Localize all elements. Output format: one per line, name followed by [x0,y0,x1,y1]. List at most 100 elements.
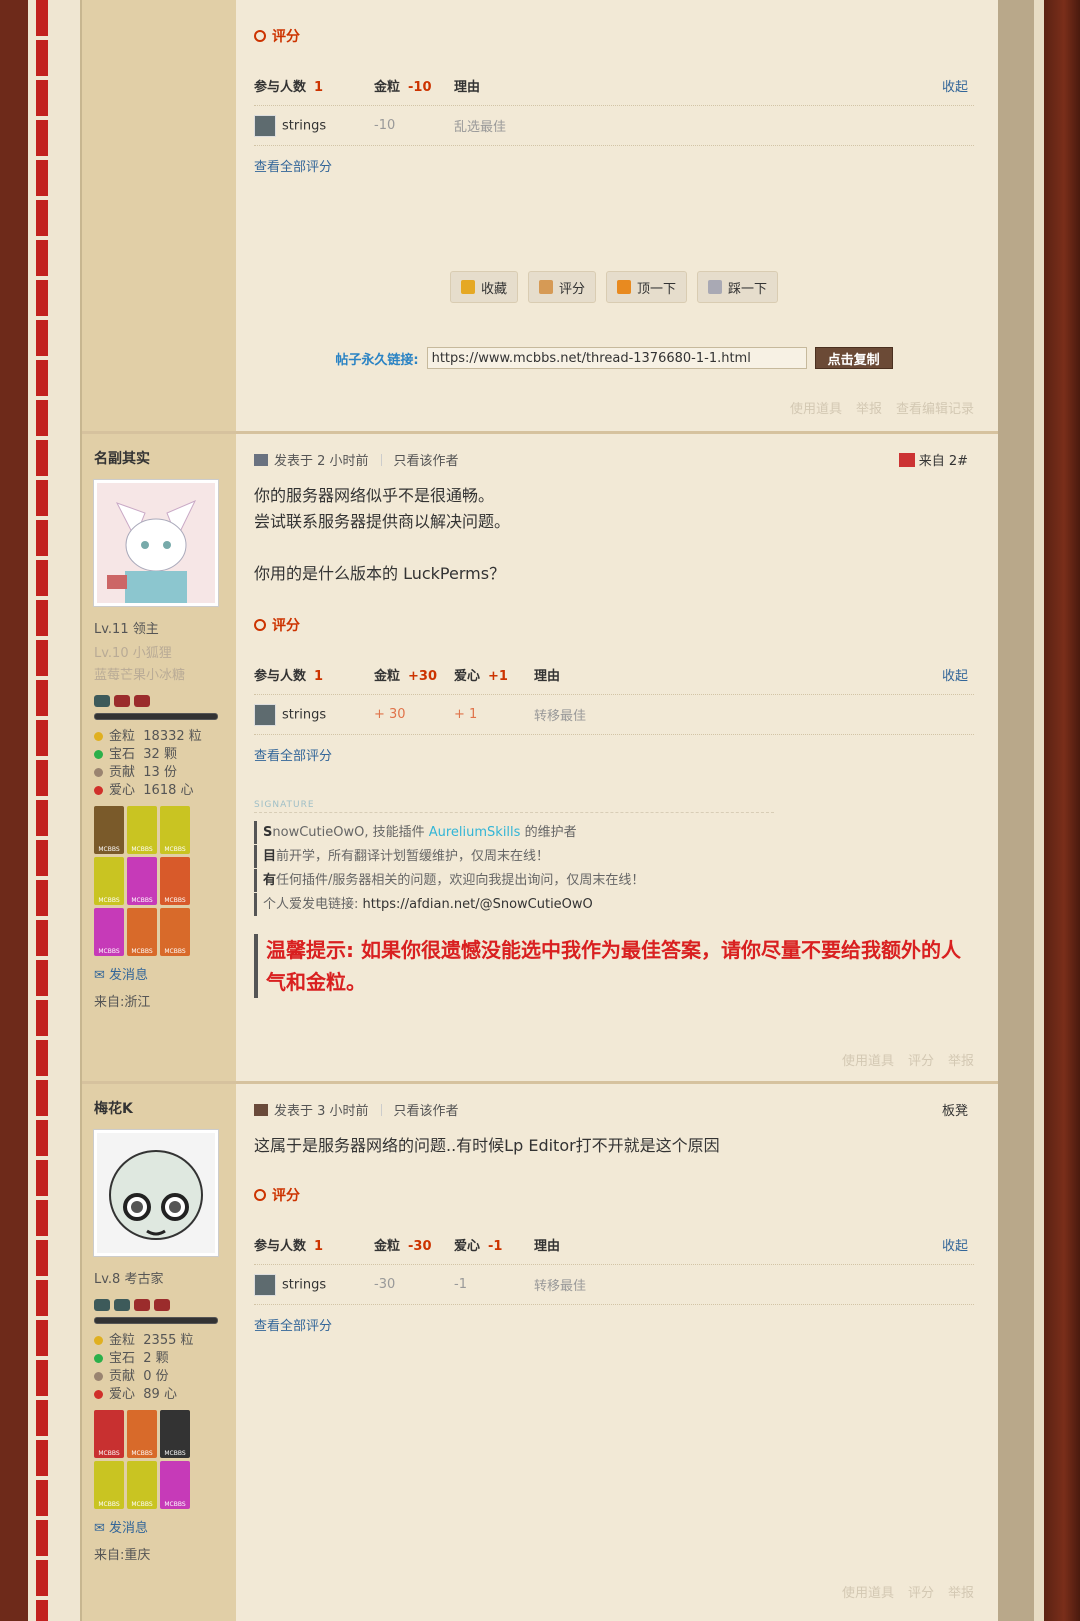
user-level: Lv.11 领主 [94,622,159,637]
post-meta: 发表于 2 小时前 只看该作者 来自 2# [254,450,974,469]
rate-user-link[interactable]: strings [282,118,326,133]
green-apple-medal-icon[interactable] [127,857,157,905]
stat-gem: 宝石 2 颗 [94,1350,224,1368]
view-all-ratings-link[interactable]: 查看全部评分 [254,745,974,764]
medal-grid [94,806,224,956]
online-status-icon [254,453,268,466]
plant-medal-icon[interactable] [127,908,157,956]
pickaxe-medal-icon[interactable] [160,806,190,854]
report-link[interactable]: 举报 [948,1582,974,1601]
post-3: 梅花K Lv.8 考古家 金粒 2355 粒 宝石 2 颗 贡献 0 份 爱心 … [82,1084,998,1621]
apple-icon [94,1390,103,1399]
gold-apple-medal-icon[interactable] [94,908,124,956]
brick-pattern [36,0,48,1621]
stat-gem: 宝石 32 颗 [94,746,224,764]
collapse-link[interactable]: 收起 [942,665,968,684]
avatar[interactable] [94,1130,218,1256]
pickaxe-medal-icon[interactable] [127,1461,157,1509]
author-only-link[interactable]: 只看该作者 [394,1100,459,1119]
floor-number[interactable]: 板凳 [942,1100,968,1119]
user-sub-levels: Lv.10 小狐狸 蓝莓芒果小冰糖 [94,646,186,683]
rate-row: strings + 30 + 1 转移最佳 [254,695,974,735]
avatar-art [97,483,215,603]
view-all-ratings-link[interactable]: 查看全部评分 [254,1315,974,1334]
copy-button[interactable]: 点击复制 [814,347,893,369]
post-2: 名副其实 Lv.11 领主 Lv.10 小狐狸 蓝莓芒果小冰糖 金粒 18332… [82,434,998,1084]
collapse-link[interactable]: 收起 [942,76,968,95]
user-avatar-icon[interactable] [254,703,276,726]
contribution-icon [94,1372,103,1381]
floor-number[interactable]: 来自 2# [898,450,968,469]
post-meta: 发表于 3 小时前 只看该作者 板凳 [254,1100,974,1119]
report-link[interactable]: 举报 [856,398,882,417]
user-avatar-icon[interactable] [254,114,276,137]
post-2-content: 发表于 2 小时前 只看该作者 来自 2# 你的服务器网络似乎不是很通畅。 尝试… [236,434,998,1081]
author-name[interactable]: 梅花K [94,1098,224,1118]
thread-main: 评分 参与人数 1 金粒 -10 理由 收起 strings -10 乱选最佳 查看… [82,0,998,1621]
user-location: 来自:重庆 [94,1548,151,1563]
rate-title: 评分 [254,615,974,635]
green-apple-medal-icon[interactable] [160,1461,190,1509]
rate-row: strings -30 -1 转移最佳 [254,1265,974,1305]
arrow-down-icon [708,280,723,294]
report-link[interactable]: 举报 [948,1050,974,1069]
rate-link[interactable]: 评分 [908,1050,934,1069]
stat-love: 爱心 89 心 [94,1386,224,1404]
signature-line: 目前开学，所有翻译计划暂缓维护，仅周末在线！ [254,845,974,868]
mobile-source-icon [898,452,915,467]
thumb-icon [538,280,553,294]
avatar[interactable] [94,480,218,606]
permalink-input[interactable] [426,347,807,369]
rate-link[interactable]: 评分 [908,1582,934,1601]
ore-medal-icon[interactable] [160,1410,190,1458]
signature-line: SnowCutieOwO, 技能插件 AureliumSkills 的维护者 [254,821,974,844]
contribution-icon [94,768,103,777]
post-2-sidebar: 名副其实 Lv.11 领主 Lv.10 小狐狸 蓝莓芒果小冰糖 金粒 18332… [82,434,236,1081]
group-icon [114,1299,130,1311]
character-medal-icon[interactable] [160,908,190,956]
collapse-link[interactable]: 收起 [942,1235,968,1254]
gold-nugget-icon [94,1336,103,1345]
aureliumskills-link[interactable]: AureliumSkills [429,825,521,840]
afdian-link[interactable]: https://afdian.net/@SnowCutieOwO [363,897,593,912]
send-message-link[interactable]: ✉ 发消息 [94,964,224,983]
stat-love: 爱心 1618 心 [94,782,224,800]
use-item-link[interactable]: 使用道具 [842,1582,894,1601]
plant-medal-icon[interactable] [127,1410,157,1458]
left-decor-border [0,0,82,1621]
user-level: Lv.8 考古家 [94,1272,164,1287]
author-name[interactable]: 名副其实 [94,448,224,468]
left-dark-strip [0,0,28,1621]
arrow-up-icon [617,280,631,294]
rate-ring-icon [254,619,266,631]
author-only-link[interactable]: 只看该作者 [394,450,459,469]
user-stats: 金粒 2355 粒 宝石 2 颗 贡献 0 份 爱心 89 心 [94,1332,224,1404]
red-apple-medal-icon[interactable] [160,857,190,905]
star-icon [460,280,475,294]
post-1-footer-links: 使用道具 举报 查看编辑记录 [790,398,974,417]
rate-user-link[interactable]: strings [282,1277,326,1292]
pickaxe-medal-icon[interactable] [94,1461,124,1509]
rate-button[interactable]: 评分 [527,271,596,303]
book-medal-icon[interactable] [94,806,124,854]
send-message-link[interactable]: ✉ 发消息 [94,1517,224,1536]
rate-user-link[interactable]: strings [282,707,326,722]
post-2-footer-links: 使用道具 评分 举报 [842,1050,974,1069]
stat-contribution: 贡献 13 份 [94,764,224,782]
use-item-link[interactable]: 使用道具 [842,1050,894,1069]
downvote-button[interactable]: 踩一下 [697,271,779,303]
right-decor-border [1034,0,1080,1621]
stat-contribution: 贡献 0 份 [94,1368,224,1386]
edit-history-link[interactable]: 查看编辑记录 [896,398,974,417]
user-avatar-icon[interactable] [254,1273,276,1296]
view-all-ratings-link[interactable]: 查看全部评分 [254,156,974,175]
signature-line: 有任何插件/服务器相关的问题，欢迎向我提出询问，仅周末在线！ [254,869,974,892]
use-item-link[interactable]: 使用道具 [790,398,842,417]
favorite-button[interactable]: 收藏 [449,271,518,303]
medal-grid [94,1410,224,1509]
user-stats: 金粒 18332 粒 宝石 32 颗 贡献 13 份 爱心 1618 心 [94,728,224,800]
pickaxe-medal-icon[interactable] [127,806,157,854]
upvote-button[interactable]: 顶一下 [606,271,688,303]
java-medal-icon[interactable] [94,1410,124,1458]
pickaxe-medal-icon[interactable] [94,857,124,905]
